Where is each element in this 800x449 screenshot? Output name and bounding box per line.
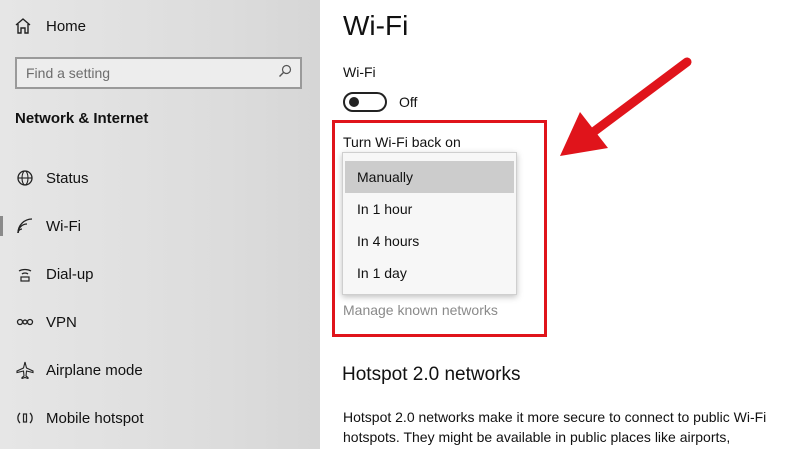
main-panel: Wi-Fi Wi-Fi Off Turn Wi-Fi back on Manua… xyxy=(320,0,800,449)
manage-known-networks-link[interactable]: Manage known networks xyxy=(343,302,498,318)
vpn-icon xyxy=(15,313,35,331)
hotspot-description: Hotspot 2.0 networks make it more secure… xyxy=(343,409,767,445)
search-placeholder: Find a setting xyxy=(26,65,111,81)
search-input[interactable]: Find a setting xyxy=(15,57,302,89)
dropdown-option-1-hour[interactable]: In 1 hour xyxy=(345,193,514,225)
sidebar-item-label: VPN xyxy=(46,313,77,331)
dropdown-option-4-hours[interactable]: In 4 hours xyxy=(345,225,514,257)
section-title: Network & Internet xyxy=(15,110,149,127)
sidebar-item-mobile-hotspot[interactable]: Mobile hotspot xyxy=(0,401,320,435)
hotspot-icon xyxy=(15,409,35,427)
sidebar-item-wifi[interactable]: Wi-Fi xyxy=(0,209,320,243)
page-title: Wi-Fi xyxy=(343,10,409,41)
dropdown-option-manually[interactable]: Manually xyxy=(345,161,514,193)
airplane-icon xyxy=(15,361,35,379)
sidebar-item-dialup[interactable]: Dial-up xyxy=(0,257,320,291)
wifi-toggle-label: Wi-Fi xyxy=(343,64,376,80)
sidebar-item-label: Mobile hotspot xyxy=(46,409,144,427)
sidebar-item-label: Wi-Fi xyxy=(46,217,81,235)
settings-window: Home Find a setting Network & Internet S… xyxy=(0,0,800,449)
toggle-state-label: Off xyxy=(399,94,418,110)
sidebar: Home Find a setting Network & Internet S… xyxy=(0,0,320,449)
sidebar-item-label: Dial-up xyxy=(46,265,94,283)
turn-back-on-label: Turn Wi-Fi back on xyxy=(343,134,461,150)
toggle-knob xyxy=(349,97,359,107)
sidebar-item-status[interactable]: Status xyxy=(0,161,320,195)
dialup-icon xyxy=(15,265,35,283)
wifi-icon xyxy=(15,217,35,235)
globe-icon xyxy=(15,169,35,187)
wifi-toggle-row: Off xyxy=(343,92,417,112)
hotspot-heading: Hotspot 2.0 networks xyxy=(342,364,521,385)
home-nav[interactable]: Home xyxy=(14,14,86,38)
sidebar-item-label: Airplane mode xyxy=(46,361,143,379)
sidebar-item-label: Status xyxy=(46,169,89,187)
home-label: Home xyxy=(46,17,87,35)
turn-back-on-dropdown[interactable]: Manually In 1 hour In 4 hours In 1 day xyxy=(342,152,517,295)
sidebar-item-vpn[interactable]: VPN xyxy=(0,305,320,339)
dropdown-option-1-day[interactable]: In 1 day xyxy=(345,257,514,289)
sidebar-item-airplane-mode[interactable]: Airplane mode xyxy=(0,353,320,387)
search-icon[interactable] xyxy=(278,64,292,83)
home-icon xyxy=(14,17,34,35)
wifi-toggle[interactable] xyxy=(343,92,387,112)
